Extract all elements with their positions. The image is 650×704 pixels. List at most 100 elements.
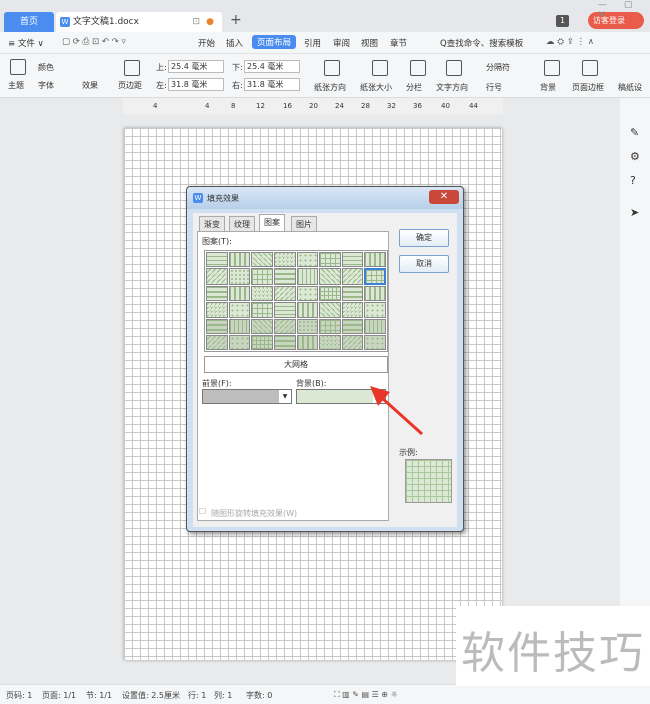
cloud-share-icons[interactable]: ☁ ⛭ ⇪ ⋮ ∧ [546, 37, 594, 47]
tab-pin-icon[interactable]: ⊡ [192, 12, 200, 32]
pattern-swatch[interactable] [273, 286, 296, 302]
pattern-swatch[interactable] [251, 286, 273, 302]
pattern-swatch[interactable] [319, 334, 341, 350]
theme-button[interactable]: 主题 [8, 80, 24, 91]
margin-left-field[interactable]: 31.8 毫米 [168, 78, 224, 91]
pattern-swatch[interactable] [364, 334, 386, 350]
font-button[interactable]: 字体 [38, 80, 54, 91]
pattern-swatch[interactable] [341, 334, 364, 350]
menu-insert[interactable]: 插入 [226, 37, 243, 49]
pattern-swatch[interactable] [251, 252, 273, 268]
pattern-swatch[interactable] [206, 268, 228, 286]
pattern-swatch[interactable] [364, 318, 386, 334]
adjust-icon[interactable]: ⚙ [630, 150, 640, 163]
command-search[interactable]: Q查找命令、搜索模板 [440, 37, 523, 49]
pattern-swatch[interactable] [319, 252, 341, 268]
paper-size-icon[interactable] [372, 60, 388, 76]
vertical-ruler[interactable] [0, 114, 12, 684]
pattern-swatch[interactable] [273, 334, 296, 350]
pattern-swatch[interactable] [341, 252, 364, 268]
pattern-grid[interactable] [204, 250, 388, 352]
pattern-swatch[interactable] [273, 302, 296, 318]
margins-icon[interactable] [124, 60, 140, 76]
pattern-swatch[interactable] [251, 334, 273, 350]
horizontal-ruler[interactable]: 4 4 8 12 16 20 24 28 32 36 40 44 [123, 98, 503, 114]
tab-document[interactable]: W 文字文稿1.docx ● ⊡ [56, 12, 222, 32]
background-icon[interactable] [544, 60, 560, 76]
pattern-swatch[interactable] [228, 286, 251, 302]
pattern-swatch[interactable] [251, 268, 273, 286]
orientation-button[interactable]: 纸张方向 [314, 82, 346, 93]
pattern-swatch[interactable] [341, 286, 364, 302]
pattern-swatch[interactable] [364, 268, 386, 286]
color-button[interactable]: 颜色 [38, 62, 54, 73]
pattern-swatch[interactable] [251, 318, 273, 334]
pattern-swatch[interactable] [364, 286, 386, 302]
pattern-swatch[interactable] [341, 268, 364, 286]
pattern-swatch[interactable] [341, 302, 364, 318]
margin-top-field[interactable]: 25.4 毫米 [168, 60, 224, 73]
page-border-button[interactable]: 页面边框 [572, 82, 604, 93]
dialog-title-bar[interactable]: W 填充效果 ✕ [187, 187, 463, 209]
pattern-swatch[interactable] [364, 252, 386, 268]
notification-badge[interactable]: 1 [556, 15, 569, 27]
pattern-swatch[interactable] [296, 286, 319, 302]
file-menu[interactable]: ≡ 文件 ∨ [8, 37, 44, 49]
text-direction-icon[interactable] [446, 60, 462, 76]
draft-paper-button[interactable]: 稿纸设 [618, 82, 642, 93]
menu-start[interactable]: 开始 [198, 37, 215, 49]
background-button[interactable]: 背景 [540, 82, 556, 93]
pattern-swatch[interactable] [273, 318, 296, 334]
pattern-swatch[interactable] [206, 252, 228, 268]
new-tab-button[interactable]: + [230, 12, 242, 28]
pattern-swatch[interactable] [206, 318, 228, 334]
pattern-swatch[interactable] [228, 334, 251, 350]
columns-button[interactable]: 分栏 [406, 82, 422, 93]
pattern-swatch[interactable] [296, 268, 319, 286]
cursor-icon[interactable]: ➤ [630, 206, 639, 219]
line-number-button[interactable]: 行号 [486, 82, 502, 93]
pattern-swatch[interactable] [251, 302, 273, 318]
tab-gradient[interactable]: 渐变 [199, 216, 225, 231]
margins-button[interactable]: 页边距 [118, 80, 142, 91]
close-icon[interactable]: ✕ [429, 190, 459, 204]
pattern-swatch[interactable] [228, 318, 251, 334]
pattern-swatch[interactable] [228, 302, 251, 318]
margin-right-field[interactable]: 31.8 毫米 [244, 78, 300, 91]
pattern-swatch[interactable] [206, 334, 228, 350]
foreground-color-select[interactable]: ▼ [202, 389, 292, 404]
tab-pattern[interactable]: 图案 [259, 214, 285, 231]
pattern-swatch[interactable] [273, 268, 296, 286]
tab-picture[interactable]: 图片 [291, 216, 317, 231]
tab-texture[interactable]: 纹理 [229, 216, 255, 231]
help-icon[interactable]: ? [630, 174, 636, 187]
effect-button[interactable]: 效果 [82, 80, 98, 91]
pattern-swatch[interactable] [206, 302, 228, 318]
pattern-swatch[interactable] [296, 318, 319, 334]
theme-icon[interactable] [10, 59, 26, 75]
margin-bottom-field[interactable]: 25.4 毫米 [244, 60, 300, 73]
pattern-swatch[interactable] [296, 334, 319, 350]
menu-review[interactable]: 审阅 [333, 37, 350, 49]
page-border-icon[interactable] [582, 60, 598, 76]
tab-close-icon[interactable]: ● [206, 12, 214, 32]
window-controls[interactable]: — ▢ ✕ [598, 0, 650, 20]
pattern-swatch[interactable] [364, 302, 386, 318]
edit-pen-icon[interactable]: ✎ [630, 126, 639, 139]
quick-access-icons[interactable]: ▢ ⟳ ⎙ ⊡ ↶ ↷ ▿ [62, 37, 126, 47]
pattern-swatch[interactable] [296, 252, 319, 268]
pattern-swatch[interactable] [319, 268, 341, 286]
pattern-swatch[interactable] [206, 286, 228, 302]
separator-button[interactable]: 分隔符 [486, 62, 510, 73]
pattern-swatch[interactable] [228, 268, 251, 286]
text-direction-button[interactable]: 文字方向 [436, 82, 468, 93]
tab-home[interactable]: 首页 [4, 12, 54, 32]
menu-chapter[interactable]: 章节 [390, 37, 407, 49]
pattern-swatch[interactable] [319, 302, 341, 318]
menu-references[interactable]: 引用 [304, 37, 321, 49]
pattern-swatch[interactable] [273, 252, 296, 268]
pattern-swatch[interactable] [228, 252, 251, 268]
pattern-swatch[interactable] [319, 286, 341, 302]
pattern-swatch[interactable] [319, 318, 341, 334]
pattern-swatch[interactable] [341, 318, 364, 334]
